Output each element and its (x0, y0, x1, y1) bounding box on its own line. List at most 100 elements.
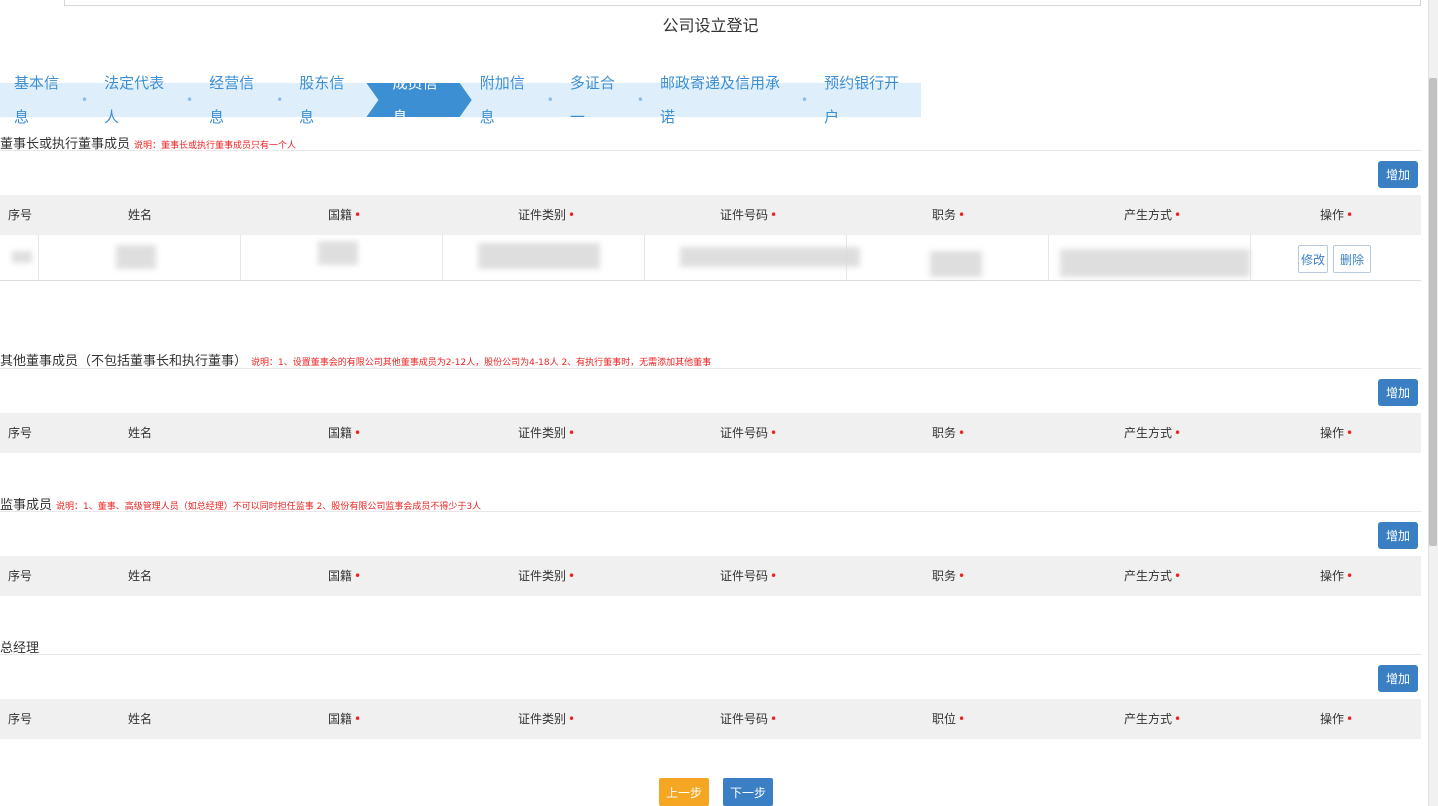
required-mark: • (958, 426, 966, 440)
col-id-type: 证件类别 • (518, 556, 575, 596)
directors-table-header: 序号 姓名 国籍 • 证件类别 • 证件号码 • 职务 • 产生方式 • 操作 • (0, 413, 1421, 453)
section-divider (0, 368, 1421, 369)
step-label: 成员信息 (392, 74, 438, 126)
col-position: 职务 • (932, 556, 965, 596)
col-action: 操作 • (1320, 699, 1353, 739)
add-supervisor-button[interactable]: 增加 (1378, 522, 1418, 549)
required-mark: • (354, 569, 362, 583)
col-label: 国籍 (328, 712, 353, 726)
col-seq: 序号 (8, 208, 33, 222)
section-divider (0, 654, 1421, 655)
cell-divider (442, 235, 443, 280)
prev-step-button[interactable]: 上一步 (659, 778, 709, 806)
step-shareholder-info[interactable]: 股东信息 (291, 74, 366, 126)
step-label: 基本信息 (14, 74, 60, 126)
col-label: 证件号码 (720, 426, 769, 440)
next-step-button[interactable]: 下一步 (723, 778, 773, 806)
col-id-number: 证件号码 • (720, 195, 777, 235)
required-mark: • (1174, 712, 1182, 726)
col-method: 产生方式 • (1124, 413, 1181, 453)
step-multi-cert[interactable]: 多证合一 • (562, 74, 652, 126)
step-separator-icon: • (546, 93, 554, 107)
col-label: 证件号码 (720, 569, 769, 583)
redacted-id-type (478, 243, 600, 269)
col-label: 证件类别 (518, 426, 567, 440)
col-label: 职位 (932, 712, 957, 726)
col-label: 证件号码 (720, 712, 769, 726)
required-mark: • (958, 712, 966, 726)
step-additional-info[interactable]: 附加信息 • (472, 74, 562, 126)
step-label: 法定代表人 (104, 74, 165, 126)
col-seq: 序号 (8, 426, 33, 440)
required-mark: • (568, 712, 576, 726)
step-basic-info[interactable]: 基本信息 • (0, 74, 96, 126)
section-divider (0, 511, 1421, 512)
redacted-method (1060, 249, 1250, 277)
col-label: 国籍 (328, 208, 353, 222)
step-label: 邮政寄递及信用承诺 (659, 74, 780, 126)
manager-table-header: 序号 姓名 国籍 • 证件类别 • 证件号码 • 职位 • 产生方式 • 操作 • (0, 699, 1421, 739)
step-label: 股东信息 (299, 74, 345, 126)
step-label: 附加信息 (479, 74, 525, 126)
cell-divider (240, 235, 241, 280)
required-mark: • (958, 208, 966, 222)
required-mark: • (958, 569, 966, 583)
step-legal-rep[interactable]: 法定代表人 • (96, 74, 201, 126)
section-note: 说明：1、设置董事会的有限公司其他董事成员为2-12人，股份公司为4-18人 2… (251, 358, 712, 368)
col-action: 操作 • (1320, 195, 1353, 235)
supervisors-table-header: 序号 姓名 国籍 • 证件类别 • 证件号码 • 职务 • 产生方式 • 操作 • (0, 556, 1421, 596)
required-mark: • (770, 712, 778, 726)
add-director-button[interactable]: 增加 (1378, 379, 1418, 406)
col-seq: 序号 (8, 712, 33, 726)
required-mark: • (770, 208, 778, 222)
step-label: 预约银行开户 (824, 74, 900, 126)
required-mark: • (1174, 426, 1182, 440)
col-label: 操作 (1320, 569, 1345, 583)
col-nationality: 国籍 • (328, 195, 361, 235)
redacted-name (116, 245, 156, 269)
scrollbar-thumb[interactable] (1429, 78, 1437, 546)
col-id-type: 证件类别 • (518, 699, 575, 739)
col-id-type: 证件类别 • (518, 413, 575, 453)
redacted-seq (12, 251, 32, 263)
step-member-info[interactable]: 成员信息 (366, 83, 471, 117)
cell-divider (644, 235, 645, 280)
col-nationality: 国籍 • (328, 699, 361, 739)
step-bank-appointment[interactable]: 预约银行开户 (816, 74, 921, 126)
col-label: 操作 (1320, 426, 1345, 440)
edit-button[interactable]: 修改 (1298, 245, 1328, 273)
scrollbar[interactable] (1428, 0, 1438, 806)
section-title-directors: 其他董事成员（不包括董事长和执行董事） 说明：1、设置董事会的有限公司其他董事成员… (0, 350, 711, 369)
required-mark: • (354, 712, 362, 726)
redacted-nationality (318, 241, 358, 265)
col-label: 国籍 (328, 426, 353, 440)
col-seq: 序号 (8, 569, 33, 583)
col-method: 产生方式 • (1124, 556, 1181, 596)
add-chairman-button[interactable]: 增加 (1378, 161, 1418, 188)
col-id-number: 证件号码 • (720, 699, 777, 739)
col-label: 职务 (932, 208, 957, 222)
required-mark: • (1346, 208, 1354, 222)
step-label: 多证合一 (569, 74, 615, 126)
col-id-number: 证件号码 • (720, 556, 777, 596)
required-mark: • (1174, 208, 1182, 222)
redacted-position (930, 251, 982, 277)
top-input-frame (64, 0, 1421, 6)
required-mark: • (770, 426, 778, 440)
cell-divider (1048, 235, 1049, 280)
step-separator-icon: • (801, 93, 809, 107)
delete-button[interactable]: 删除 (1333, 245, 1371, 273)
col-action: 操作 • (1320, 556, 1353, 596)
col-id-type: 证件类别 • (518, 195, 575, 235)
col-label: 操作 (1320, 712, 1345, 726)
col-nationality: 国籍 • (328, 413, 361, 453)
col-label: 证件类别 (518, 569, 567, 583)
step-postal-credit[interactable]: 邮政寄递及信用承诺 • (652, 74, 816, 126)
step-business-info[interactable]: 经营信息 • (201, 74, 291, 126)
col-label: 产生方式 (1124, 569, 1173, 583)
required-mark: • (1346, 426, 1354, 440)
required-mark: • (568, 569, 576, 583)
col-label: 证件号码 (720, 208, 769, 222)
step-progress-bar: 基本信息 • 法定代表人 • 经营信息 • 股东信息 成员信息 附加信息 • 多证合一 •… (0, 74, 921, 126)
add-manager-button[interactable]: 增加 (1378, 665, 1418, 692)
